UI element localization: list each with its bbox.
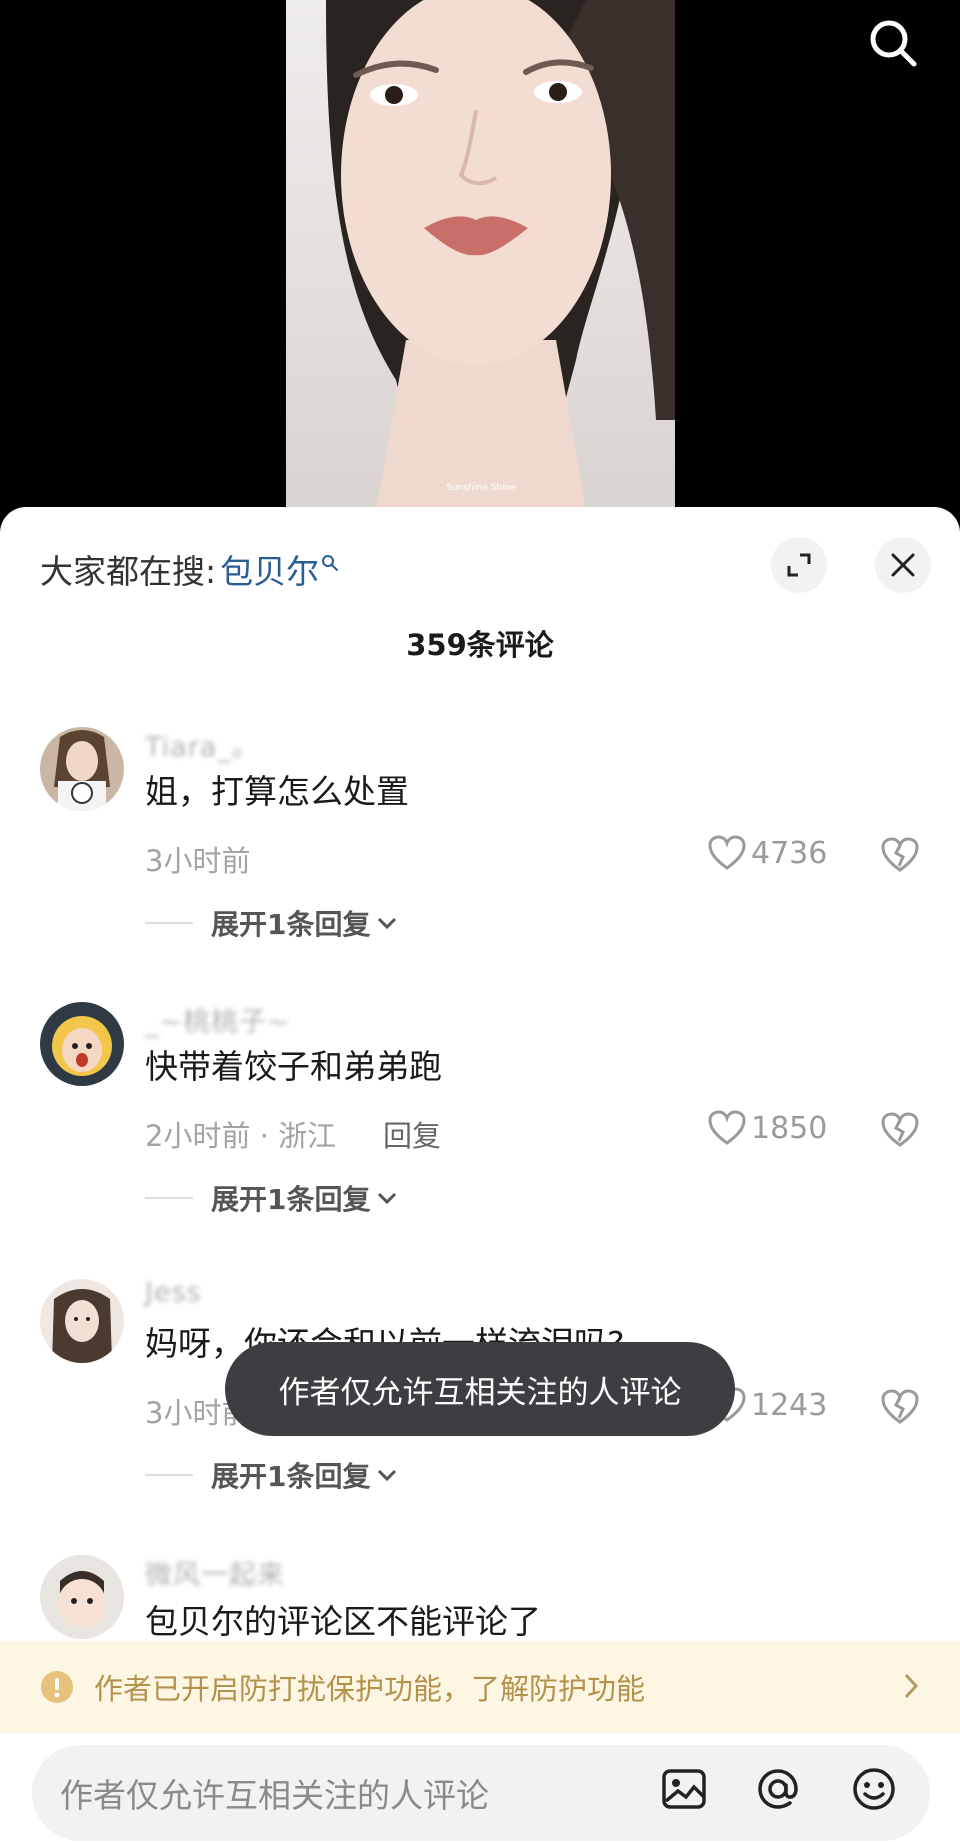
comment-input-bar: 作者仅允许互相关注的人评论 <box>0 1733 960 1842</box>
image-icon[interactable] <box>660 1765 708 1813</box>
avatar[interactable] <box>40 1002 124 1086</box>
expand-replies-button[interactable]: 展开1条回复 <box>145 1178 398 1218</box>
chevron-down-icon <box>378 1192 397 1205</box>
svg-text:Sunshine Shine: Sunshine Shine <box>446 483 516 493</box>
like-count: 1850 <box>751 1110 828 1146</box>
warning-icon <box>41 1671 73 1703</box>
comment-text: 快带着饺子和弟弟跑 <box>145 1047 442 1086</box>
comment-username[interactable]: Tiara_。 <box>145 725 260 764</box>
emoji-icon[interactable] <box>850 1765 898 1813</box>
trending-prefix: 大家都在搜: <box>40 552 217 591</box>
expand-sheet-button[interactable] <box>771 537 827 593</box>
expand-line <box>145 1474 193 1476</box>
comment-username[interactable]: Jess <box>145 1277 202 1308</box>
avatar[interactable] <box>40 1279 124 1363</box>
expand-replies-button[interactable]: 展开1条回复 <box>145 903 398 943</box>
comment-count: 359条评论 <box>406 628 554 662</box>
chevron-down-icon <box>378 917 397 930</box>
heart-icon <box>708 1110 746 1145</box>
chevron-down-icon <box>378 1469 397 1482</box>
comment-username[interactable]: 微风一起来 <box>145 1553 285 1592</box>
avatar[interactable] <box>40 727 124 811</box>
banner-text: 作者已开启防打扰保护功能，了解防护功能 <box>94 1672 646 1706</box>
video-thumbnail: Sunshine Shine <box>286 0 675 510</box>
expand-replies-label: 展开1条回复 <box>211 1183 371 1216</box>
close-icon <box>891 553 915 577</box>
like-button[interactable]: 1850 <box>707 1109 827 1147</box>
chevron-right-icon <box>904 1673 919 1699</box>
search-icon <box>322 555 339 571</box>
comment-input-placeholder: 作者仅允许互相关注的人评论 <box>60 1776 489 1815</box>
expand-line <box>145 1197 193 1199</box>
comment-meta: 3小时前 <box>145 844 251 878</box>
heart-icon <box>708 835 746 870</box>
expand-line <box>145 922 193 924</box>
trending-keyword-link[interactable]: 包贝尔 <box>220 545 319 593</box>
avatar[interactable] <box>40 1555 124 1639</box>
comment-meta: 2小时前 · 浙江 <box>145 1119 337 1153</box>
broken-heart-icon[interactable] <box>880 835 920 875</box>
like-button[interactable]: 4736 <box>707 834 827 872</box>
like-count: 4736 <box>751 835 828 871</box>
trending-search: 大家都在搜: 包贝尔 <box>40 545 339 593</box>
search-button[interactable] <box>858 8 928 78</box>
toast-message: 作者仅允许互相关注的人评论 <box>225 1342 735 1436</box>
reply-button[interactable]: 回复 <box>383 1113 441 1155</box>
like-count: 1243 <box>751 1387 828 1423</box>
comment-username[interactable]: _~桃桃子~ <box>145 1000 291 1039</box>
video-player[interactable]: Sunshine Shine <box>0 0 960 520</box>
expand-icon <box>787 553 811 577</box>
broken-heart-icon[interactable] <box>880 1110 920 1150</box>
close-button[interactable] <box>875 537 931 593</box>
broken-heart-icon[interactable] <box>880 1387 920 1427</box>
search-icon <box>870 20 917 67</box>
mention-icon[interactable] <box>754 1765 802 1813</box>
protection-banner[interactable]: 作者已开启防打扰保护功能，了解防护功能 <box>0 1641 960 1733</box>
expand-replies-button[interactable]: 展开1条回复 <box>145 1455 398 1495</box>
comment-text: 姐，打算怎么处置 <box>145 772 409 811</box>
comment-text: 包贝尔的评论区不能评论了 <box>145 1602 541 1641</box>
expand-replies-label: 展开1条回复 <box>211 1460 371 1493</box>
expand-replies-label: 展开1条回复 <box>211 908 371 941</box>
